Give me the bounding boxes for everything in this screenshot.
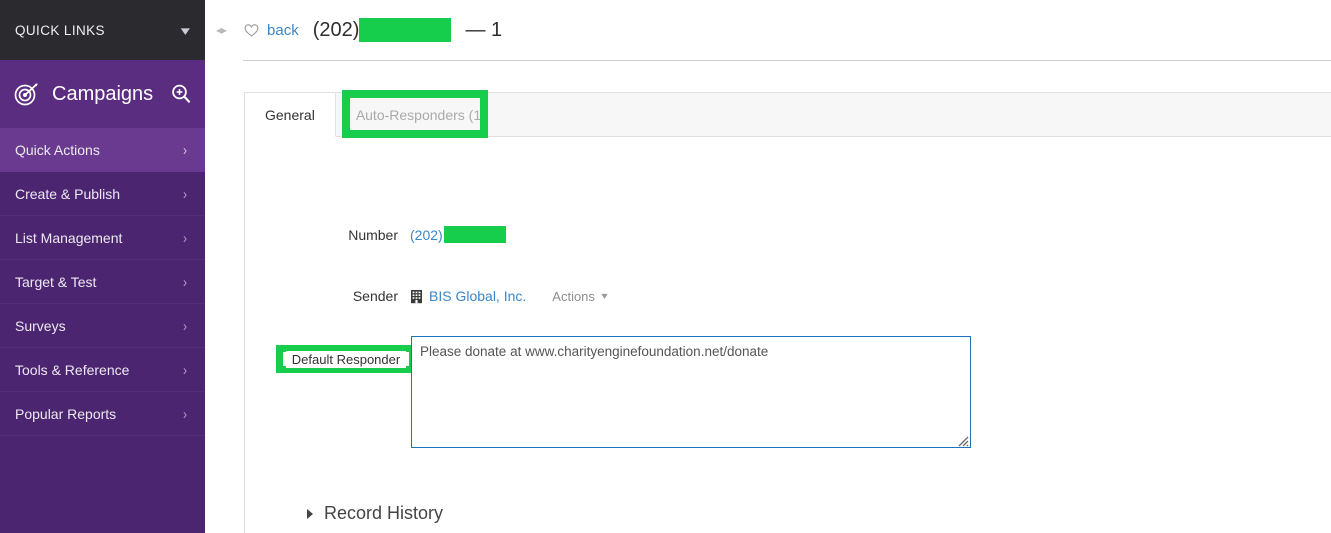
tab-bar: General Auto-Responders (1): [245, 90, 1331, 138]
sender-value-link[interactable]: BIS Global, Inc.: [429, 288, 526, 304]
chevron-right-icon: ›: [183, 360, 187, 379]
tab-auto-responders[interactable]: Auto-Responders (1): [336, 93, 506, 136]
header-divider: [243, 60, 1331, 61]
page-header: ◂▸ back (202) — 1: [205, 0, 1331, 60]
sidebar-item-create-publish[interactable]: Create & Publish ›: [0, 172, 205, 216]
chevron-right-icon: ›: [183, 404, 187, 423]
sidebar-item-label: List Management: [15, 229, 123, 246]
sidebar-section-title: Campaigns: [52, 82, 154, 105]
heart-outline-icon[interactable]: [244, 23, 267, 38]
app-root: QUICK LINKS ▾ Campaigns Quick Actions › …: [0, 0, 1331, 533]
sidebar-item-tools-reference[interactable]: Tools & Reference ›: [0, 348, 205, 392]
sidebar-item-target-test[interactable]: Target & Test ›: [0, 260, 205, 304]
field-row-number: Number (202): [245, 226, 506, 243]
back-link[interactable]: back: [267, 22, 299, 39]
sidebar-item-list-management[interactable]: List Management ›: [0, 216, 205, 260]
record-card: General Auto-Responders (1) Number (202)…: [244, 90, 1331, 533]
magnifier-plus-icon[interactable]: [166, 83, 192, 105]
page-title-suffix: — 1: [465, 18, 503, 41]
sidebar-item-label: Tools & Reference: [15, 361, 130, 378]
sidebar-item-label: Quick Actions: [15, 141, 100, 158]
chevron-down-icon[interactable]: ▾: [181, 24, 190, 37]
tab-label: General: [265, 106, 315, 123]
redaction-box-number: [443, 226, 506, 243]
tab-label: Auto-Responders (1): [355, 106, 486, 123]
quick-links-header[interactable]: QUICK LINKS ▾: [0, 0, 205, 60]
sidebar-item-popular-reports[interactable]: Popular Reports ›: [0, 392, 205, 436]
tab-general[interactable]: General: [245, 93, 336, 137]
panel-collapse-toggle-icon[interactable]: ◂▸: [216, 23, 227, 37]
sidebar-item-label: Popular Reports: [15, 405, 117, 422]
record-history-label: Record History: [324, 503, 444, 523]
number-label: Number: [348, 226, 398, 243]
sidebar-nav: Quick Actions › Create & Publish › List …: [0, 128, 205, 436]
sender-actions-label: Actions: [552, 288, 595, 304]
chevron-right-icon: ›: [183, 272, 187, 291]
page-title-prefix: (202): [312, 18, 360, 41]
sidebar-item-label: Target & Test: [15, 273, 97, 290]
default-responder-label-wrap: Default Responder: [276, 345, 416, 373]
number-value-prefix: (202): [410, 226, 443, 243]
caret-right-icon: [307, 508, 313, 519]
bullseye-target-icon: [13, 81, 39, 107]
sender-actions-button[interactable]: Actions ▾: [552, 289, 607, 304]
building-icon: [410, 289, 429, 304]
sender-label: Sender: [352, 288, 398, 304]
quick-links-label: QUICK LINKS: [15, 22, 105, 38]
chevron-right-icon: ›: [183, 140, 187, 159]
field-row-sender: Sender BIS Global, Inc. Actions ▾: [245, 288, 608, 304]
chevron-down-icon: ▾: [601, 290, 608, 302]
default-responder-textarea[interactable]: [411, 336, 971, 448]
sidebar-item-quick-actions[interactable]: Quick Actions ›: [0, 128, 205, 172]
sidebar-item-surveys[interactable]: Surveys ›: [0, 304, 205, 348]
chevron-right-icon: ›: [183, 228, 187, 247]
record-history-toggle[interactable]: Record History: [307, 503, 443, 524]
sidebar: QUICK LINKS ▾ Campaigns Quick Actions › …: [0, 0, 205, 533]
sidebar-section-header: Campaigns: [0, 60, 205, 128]
sidebar-item-label: Create & Publish: [15, 185, 121, 202]
chevron-right-icon: ›: [183, 316, 187, 335]
redaction-box-title: [359, 18, 452, 42]
default-responder-label: Default Responder: [285, 350, 407, 368]
sidebar-item-label: Surveys: [15, 317, 66, 334]
main-content: ◂▸ back (202) — 1 General Auto-Responder…: [205, 0, 1331, 533]
page-title: (202) — 1: [313, 18, 502, 42]
chevron-right-icon: ›: [183, 184, 187, 203]
